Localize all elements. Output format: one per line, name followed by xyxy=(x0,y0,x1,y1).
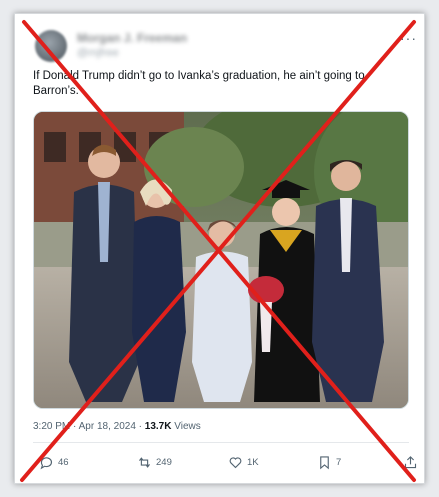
repost-button[interactable]: 249 xyxy=(137,452,172,472)
share-icon xyxy=(404,455,417,468)
bookmark-button[interactable]: 7 xyxy=(317,452,341,472)
bookmark-icon xyxy=(320,455,329,469)
post-card: Morgan J. Freeman @mjfree ··· If Donald … xyxy=(14,13,425,484)
heart-icon xyxy=(229,456,242,468)
avatar[interactable] xyxy=(35,30,67,62)
bookmark-count: 7 xyxy=(336,456,342,468)
reply-button[interactable]: 46 xyxy=(39,452,69,472)
like-count: 1K xyxy=(247,456,259,468)
post-photo[interactable] xyxy=(33,111,409,409)
repost-count: 249 xyxy=(156,456,172,468)
post-text: If Donald Trump didn’t go to Ivanka’s gr… xyxy=(33,70,365,97)
views-count: 13.7K xyxy=(144,421,172,432)
like-button[interactable]: 1K xyxy=(228,452,259,472)
user-handle[interactable]: @mjfree xyxy=(77,47,119,59)
post-meta: 3:20 PM · Apr 18, 2024 · 13.7K Views xyxy=(33,421,201,432)
more-options-icon[interactable]: ··· xyxy=(400,30,417,46)
views-label: Views xyxy=(174,421,201,432)
meta-separator-2: · xyxy=(138,421,142,432)
display-name[interactable]: Morgan J. Freeman xyxy=(77,31,187,45)
meta-separator: · xyxy=(73,421,77,432)
photo-illustration xyxy=(34,112,408,408)
reply-count: 46 xyxy=(58,456,69,468)
reply-icon xyxy=(40,456,52,469)
divider xyxy=(33,442,409,443)
action-bar: 46 249 1K 7 xyxy=(29,452,418,472)
post-time[interactable]: 3:20 PM xyxy=(33,421,70,432)
post-header: Morgan J. Freeman @mjfree ··· xyxy=(35,28,417,64)
repost-icon xyxy=(139,456,150,468)
share-button[interactable] xyxy=(403,452,418,472)
post-date[interactable]: Apr 18, 2024 xyxy=(79,421,136,432)
